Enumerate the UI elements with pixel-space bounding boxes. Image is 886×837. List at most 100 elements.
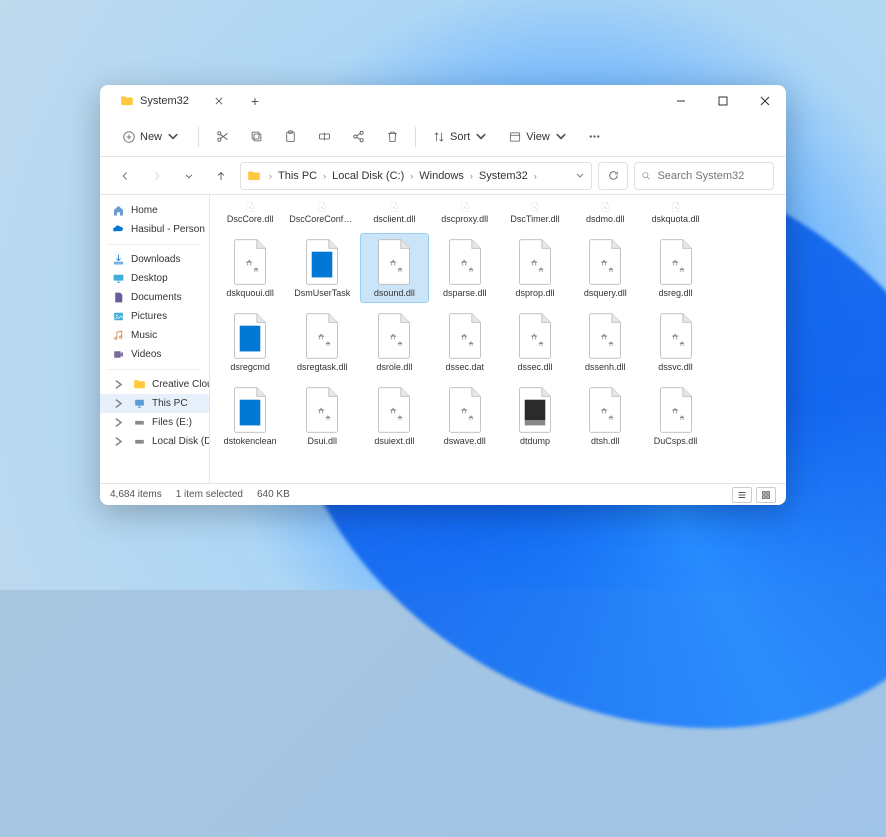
rename-icon <box>317 129 332 144</box>
file-label: dskquota.dll <box>652 214 700 224</box>
sort-button[interactable]: Sort <box>424 126 496 148</box>
recent-button[interactable] <box>176 163 202 189</box>
sidebar-item-creativecloud[interactable]: Creative Cloud F <box>100 375 209 394</box>
back-button[interactable] <box>112 163 138 189</box>
file-item[interactable]: DsmUserTask <box>286 233 358 303</box>
file-label: dsuiext.dll <box>374 436 414 446</box>
breadcrumb-localdisk[interactable]: Local Disk (C:) <box>330 168 406 184</box>
file-item[interactable]: DscCore.dll <box>216 197 284 229</box>
sidebar-item-home[interactable]: Home <box>100 201 209 220</box>
breadcrumb-chevron[interactable]: › <box>532 171 539 181</box>
file-item[interactable]: dsdmo.dll <box>571 197 639 229</box>
toolbar-separator <box>415 127 416 147</box>
file-item[interactable]: dsrole.dll <box>360 307 428 377</box>
up-button[interactable] <box>208 163 234 189</box>
file-item[interactable]: DscTimer.dll <box>501 197 569 229</box>
file-item[interactable]: dsuiext.dll <box>360 381 428 451</box>
icons-view-button[interactable] <box>756 487 776 503</box>
file-item[interactable]: dsregtask.dll <box>286 307 358 377</box>
file-item[interactable]: dskquoui.dll <box>216 233 284 303</box>
file-label: dssenh.dll <box>585 362 626 372</box>
sidebar-item-onedrive[interactable]: Hasibul - Person <box>100 220 209 239</box>
sidebar-item-documents[interactable]: Documents <box>100 288 209 307</box>
chevron-right-icon <box>112 378 125 391</box>
more-button[interactable] <box>580 122 610 152</box>
dll-file-icon <box>582 202 628 212</box>
sidebar-item-label: Videos <box>131 349 161 360</box>
sidebar-item-localdiskd[interactable]: Local Disk (D:) <box>100 432 209 451</box>
file-item[interactable]: dsclient.dll <box>360 197 428 229</box>
refresh-button[interactable] <box>598 162 628 190</box>
breadcrumb-chevron[interactable]: › <box>468 171 475 181</box>
folder-icon <box>120 94 134 108</box>
minimize-button[interactable] <box>660 85 702 117</box>
sidebar-item-filese[interactable]: Files (E:) <box>100 413 209 432</box>
share-button[interactable] <box>343 122 373 152</box>
breadcrumb-thispc[interactable]: This PC <box>276 168 319 184</box>
file-item[interactable]: dssec.dat <box>431 307 499 377</box>
delete-button[interactable] <box>377 122 407 152</box>
file-item[interactable]: dsparse.dll <box>431 233 499 303</box>
sidebar-item-thispc[interactable]: This PC <box>100 394 209 413</box>
view-button[interactable]: View <box>500 126 576 148</box>
copy-button[interactable] <box>241 122 271 152</box>
scissors-icon <box>215 129 230 144</box>
file-item[interactable]: dsprop.dll <box>501 233 569 303</box>
sidebar-separator <box>108 369 201 370</box>
breadcrumb-chevron[interactable]: › <box>321 171 328 181</box>
tab-system32[interactable]: System32 <box>108 87 235 115</box>
file-item[interactable]: dscproxy.dll <box>431 197 499 229</box>
cut-button[interactable] <box>207 122 237 152</box>
file-item[interactable]: dtdump <box>501 381 569 451</box>
rename-button[interactable] <box>309 122 339 152</box>
sidebar-item-pictures[interactable]: Pictures <box>100 307 209 326</box>
dll-file-icon <box>371 202 417 212</box>
documents-icon <box>112 291 125 304</box>
close-tab-icon[interactable] <box>215 97 223 105</box>
file-item[interactable]: dtsh.dll <box>571 381 639 451</box>
file-item[interactable]: dswave.dll <box>431 381 499 451</box>
sidebar-item-downloads[interactable]: Downloads <box>100 250 209 269</box>
file-label: dsparse.dll <box>443 288 487 298</box>
address-bar[interactable]: › This PC › Local Disk (C:) › Windows › … <box>240 162 592 190</box>
file-item[interactable]: dsreg.dll <box>641 233 709 303</box>
file-item[interactable]: dssec.dll <box>501 307 569 377</box>
music-icon <box>112 329 125 342</box>
drive-icon <box>133 416 146 429</box>
file-item[interactable]: dssvc.dll <box>641 307 709 377</box>
close-window-button[interactable] <box>744 85 786 117</box>
file-item[interactable]: Dsui.dll <box>286 381 358 451</box>
sidebar-item-desktop[interactable]: Desktop <box>100 269 209 288</box>
folder-icon <box>133 378 146 391</box>
file-grid[interactable]: DscCore.dllDscCoreConfProv.dlldsclient.d… <box>210 195 786 483</box>
navigation-bar: › This PC › Local Disk (C:) › Windows › … <box>100 157 786 195</box>
pc-icon <box>133 397 146 410</box>
dat-file-icon <box>442 312 488 360</box>
sidebar-item-music[interactable]: Music <box>100 326 209 345</box>
new-tab-button[interactable]: + <box>243 89 267 113</box>
search-box[interactable] <box>634 162 774 190</box>
chevron-down-icon[interactable] <box>575 171 585 181</box>
details-view-button[interactable] <box>732 487 752 503</box>
titlebar[interactable]: System32 + <box>100 85 786 117</box>
breadcrumb-chevron[interactable]: › <box>267 171 274 181</box>
paste-button[interactable] <box>275 122 305 152</box>
chevron-down-icon <box>474 130 488 144</box>
file-item[interactable]: dstokenclean <box>216 381 284 451</box>
breadcrumb-chevron[interactable]: › <box>408 171 415 181</box>
search-input[interactable] <box>657 170 767 182</box>
file-item[interactable]: DuCsps.dll <box>641 381 709 451</box>
file-item[interactable]: DscCoreConfProv.dll <box>286 197 358 229</box>
file-item[interactable]: dssenh.dll <box>571 307 639 377</box>
new-button[interactable]: New <box>112 126 190 148</box>
chevron-right-icon <box>112 435 125 448</box>
maximize-button[interactable] <box>702 85 744 117</box>
breadcrumb-system32[interactable]: System32 <box>477 168 530 184</box>
breadcrumb-windows[interactable]: Windows <box>417 168 466 184</box>
forward-button[interactable] <box>144 163 170 189</box>
file-item[interactable]: dsregcmd <box>216 307 284 377</box>
sidebar-item-videos[interactable]: Videos <box>100 345 209 364</box>
file-item[interactable]: dsound.dll <box>360 233 428 303</box>
file-item[interactable]: dsquery.dll <box>571 233 639 303</box>
file-item[interactable]: dskquota.dll <box>641 197 709 229</box>
